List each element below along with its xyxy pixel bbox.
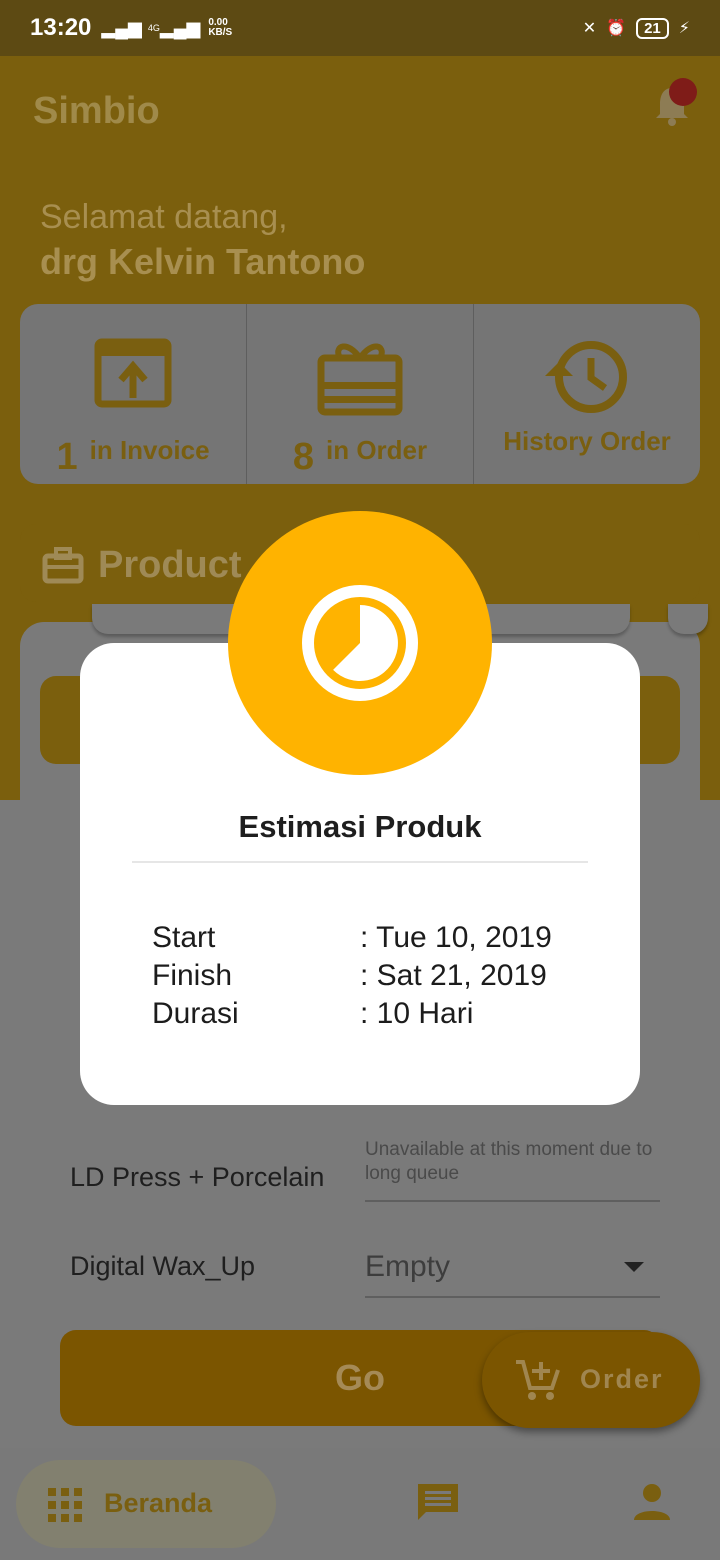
- status-bar: 13:20 ▂▄▆ 4G ▂▄▆ 0.00 KB/S ✕ ⏰ 21 ⚡: [0, 0, 720, 56]
- dialog-title: Estimasi Produk: [238, 809, 482, 844]
- order-label: Order: [580, 1364, 664, 1394]
- charging-icon: ⚡: [678, 20, 690, 37]
- signal-icon-2: ▂▄▆: [159, 17, 201, 38]
- vibrate-off-icon: ✕: [582, 20, 597, 37]
- app-title: Simbio: [33, 90, 160, 132]
- signal-icon: ▂▄▆: [101, 17, 142, 38]
- finish-key: Finish: [152, 959, 233, 992]
- grid-icon: [48, 1488, 82, 1522]
- duration-value: : 10 Hari: [360, 997, 474, 1030]
- bottom-navigation: Beranda: [0, 1448, 720, 1560]
- start-value: : Tue 10, 2019: [360, 921, 552, 954]
- status-right: ✕ ⏰ 21 ⚡: [582, 17, 690, 39]
- chevron-down-icon[interactable]: [624, 1262, 644, 1272]
- status-time: 13:20: [30, 14, 92, 41]
- net-speed-unit: KB/S: [208, 27, 233, 38]
- stat-invoice[interactable]: 1 in Invoice: [20, 304, 247, 484]
- stat-order-text: in Order: [326, 435, 428, 465]
- greeting-text: Selamat datang,: [40, 198, 288, 236]
- digital-waxup-select[interactable]: Empty: [365, 1250, 450, 1284]
- nav-home-label: Beranda: [104, 1488, 213, 1518]
- product-label: Product: [98, 544, 242, 586]
- stat-history-label: History Order: [503, 426, 671, 456]
- form-row-digital-waxup-label: Digital Wax_Up: [70, 1251, 256, 1281]
- order-button[interactable]: Order: [482, 1332, 700, 1428]
- stat-order-count: 8: [292, 436, 314, 478]
- form-row-ld-press-porcelain-note: Unavailable at this moment due to long q…: [365, 1139, 653, 1184]
- chat-icon[interactable]: [416, 1482, 460, 1522]
- stat-invoice-text: in Invoice: [89, 435, 210, 465]
- stat-order[interactable]: 8 in Order: [247, 304, 474, 484]
- briefcase-icon: [42, 547, 84, 584]
- dialog-badge: [228, 511, 492, 775]
- form-row-divider-2: [365, 1296, 660, 1298]
- timer-icon: [302, 585, 418, 701]
- upload-box-icon: [94, 338, 172, 408]
- nav-home[interactable]: Beranda: [16, 1460, 276, 1548]
- cart-add-icon: [516, 1360, 560, 1400]
- user-name: drg Kelvin Tantono: [40, 241, 366, 282]
- stat-order-label: 8 in Order: [247, 426, 473, 478]
- duration-key: Durasi: [152, 997, 239, 1030]
- start-key: Start: [152, 921, 216, 954]
- product-tab-next[interactable]: [668, 604, 708, 634]
- stat-history[interactable]: History Order: [474, 304, 700, 484]
- notification-dot: [669, 78, 697, 106]
- stat-invoice-count: 1: [56, 436, 78, 478]
- form-row-ld-press-porcelain-label: LD Press + Porcelain: [70, 1162, 325, 1192]
- network-type: 4G: [147, 23, 160, 33]
- history-icon: [545, 341, 627, 413]
- net-speed: 0.00 KB/S: [208, 18, 232, 38]
- gift-icon: [317, 343, 403, 416]
- stats-panel: 1 in Invoice 8 in Order History Order: [20, 304, 700, 484]
- profile-icon[interactable]: [632, 1482, 672, 1522]
- dialog-divider: [132, 861, 588, 863]
- stat-invoice-label: 1 in Invoice: [20, 426, 246, 478]
- battery-level: 21: [636, 17, 669, 39]
- alarm-icon: ⏰: [606, 20, 627, 37]
- finish-value: : Sat 21, 2019: [360, 959, 547, 992]
- form-row-divider: [365, 1200, 660, 1202]
